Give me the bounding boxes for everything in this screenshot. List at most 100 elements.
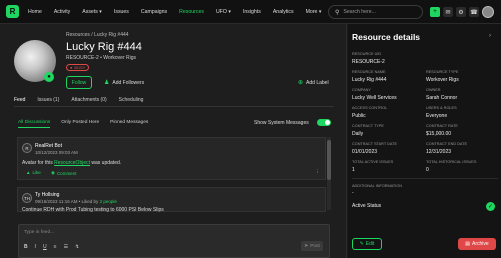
add-followers-label: Add Followers [112,79,145,86]
field-label-additional-info: Additional Information [352,184,402,188]
feed-scrollbar[interactable] [327,137,331,210]
settings-icon[interactable]: ⚙ [456,7,466,17]
search-input[interactable]: ⚲ Search here... [328,5,423,19]
field-value-active-issues: 1 [352,167,355,173]
post-text-prefix: Avatar for this [22,160,55,166]
subtab-pinned-messages[interactable]: Pinned Messages [110,120,148,128]
bullet-list-icon[interactable]: ☰ [64,244,68,250]
ordered-list-icon[interactable]: ≡ [54,244,57,250]
search-placeholder: Search here... [343,9,376,15]
follow-button[interactable]: Follow [66,76,92,89]
subtab-all-discussions[interactable]: All Discussions [18,120,51,128]
composer-placeholder: Type in feed... [24,230,55,235]
messages-icon[interactable]: ✉ [443,7,453,17]
archive-label: Archive [472,241,489,247]
comment-icon: ◉ [51,170,55,175]
feed-composer[interactable]: Type in feed... B I U ≡ ☰ ↯ ➤ Post [18,224,330,258]
feed-filter-tabs: All Discussions Only Posted Here Pinned … [18,120,148,128]
breadcrumb[interactable]: Resources / Lucky Rig #444 [66,32,129,38]
panel-title: Resource details [352,32,421,42]
page-subtitle: RESOURCE-2 • Workover Rigs [66,55,137,61]
active-status-label: Active Status [352,203,382,209]
collapse-panel-icon[interactable]: › [489,33,491,39]
archive-icon: ▤ [465,241,471,247]
bot-avatar[interactable]: R [22,143,32,153]
resource-object-link[interactable]: ResourceObject [54,160,90,166]
main-nav: Home Activity Assets ▾ Issues Campaigns … [28,9,321,15]
comment-button[interactable]: ◉ Comment [51,170,76,176]
user-plus-icon: ♟ [104,80,110,86]
post-text: Continue RDH with Prod Tubing testing to… [22,207,164,213]
attachment-icon[interactable]: ↯ [75,244,79,250]
resource-details-panel: Resource details › Resource UID RESOURCE… [348,24,501,258]
nav-assets[interactable]: Assets ▾ [82,9,102,15]
field-label-access: Access Control [352,106,388,110]
user-avatar-ty[interactable]: TH [22,193,32,203]
field-label-contract-type: Contract Type [352,124,384,128]
field-label-type: Resource Type [426,70,459,74]
nav-analytics[interactable]: Analytics [273,9,294,15]
liked-by-link[interactable]: 2 people [100,199,117,204]
field-label-active-issues: Total Active Issues [352,160,394,164]
edit-button[interactable]: ✎ Edit [352,238,382,250]
post-text-suffix: was updated. [90,160,122,166]
user-avatar[interactable] [482,6,494,18]
nav-resources[interactable]: Resources [179,9,204,15]
like-label: Like [32,170,41,175]
post-author[interactable]: RealRet Bot [35,143,62,149]
thumbs-up-icon: ▲ [26,170,31,175]
panel-divider [352,178,498,179]
active-status-check-icon[interactable]: ✓ [486,202,495,211]
field-label-uid: Resource UID [352,52,382,56]
feed-post: TH Ty Hollsing 09/16/2023 11:16 AM • Lik… [17,187,326,213]
nav-issues[interactable]: Issues [114,9,129,15]
like-button[interactable]: ▲ Like [26,170,41,175]
field-value-contract-type: Daily [352,131,364,137]
post-button[interactable]: ➤ Post [301,241,323,251]
underline-icon[interactable]: U [43,244,47,250]
send-icon: ➤ [304,243,309,249]
more-options-icon[interactable]: ⋮ [315,169,320,175]
post-author[interactable]: Ty Hollsing [35,192,59,198]
plus-circle-icon: ⊕ [298,80,304,86]
add-followers-button[interactable]: ♟ Add Followers [104,79,145,87]
field-label-users: Users & Roles [426,106,457,110]
post-date: 10/12/2023 09:03 AM [35,150,78,155]
post-date: 09/16/2023 11:16 AM • Liked by 2 people [35,199,117,204]
add-label-button[interactable]: ⊕ Add Label [298,79,329,87]
edit-label: Edit [365,241,375,247]
archive-button[interactable]: ▤ Archive [458,238,496,250]
feed-post: R RealRet Bot 10/12/2023 09:03 AM Avatar… [17,137,326,180]
field-label-historical-issues: Total Historical Issues [426,160,477,164]
field-label-owner: Owner [426,88,441,92]
add-label-text: Add Label [306,79,329,86]
subtab-only-posted-here[interactable]: Only Posted Here [61,120,99,128]
field-value-name: Lucky Rig #444 [352,77,387,83]
nav-insights[interactable]: Insights [243,9,261,15]
notifications-icon[interactable]: ☎ [469,7,479,17]
field-value-uid: RESOURCE-2 [352,59,385,65]
field-label-end-date: Contract End Date [426,142,467,146]
nav-home[interactable]: Home [28,9,42,15]
search-icon: ⚲ [335,9,340,16]
format-toolbar: B I U ≡ ☰ ↯ [24,244,79,250]
comment-label: Comment [56,170,77,176]
system-messages-toggle[interactable] [317,119,331,126]
bold-icon[interactable]: B [24,244,28,250]
nav-activity[interactable]: Activity [54,9,70,15]
nav-more[interactable]: More ▾ [306,9,322,15]
nav-ufo[interactable]: UFO ▾ [216,9,231,15]
italic-icon[interactable]: I [35,244,36,250]
post-label: Post [310,243,320,249]
camera-icon[interactable]: ● [44,72,54,82]
field-value-historical-issues: 0 [426,167,429,173]
field-value-users: Everyone [426,113,448,119]
nav-campaigns[interactable]: Campaigns [141,9,167,15]
add-icon[interactable]: + [430,7,440,17]
field-value-company: Lucky Well Services [352,95,397,101]
app-logo[interactable]: R [6,5,19,18]
field-value-end-date: 12/31/2023 [426,149,452,155]
field-value-additional-info: - [352,190,354,196]
field-label-start-date: Contract Start Date [352,142,398,146]
status-badge[interactable]: ● BUSY [66,64,90,71]
